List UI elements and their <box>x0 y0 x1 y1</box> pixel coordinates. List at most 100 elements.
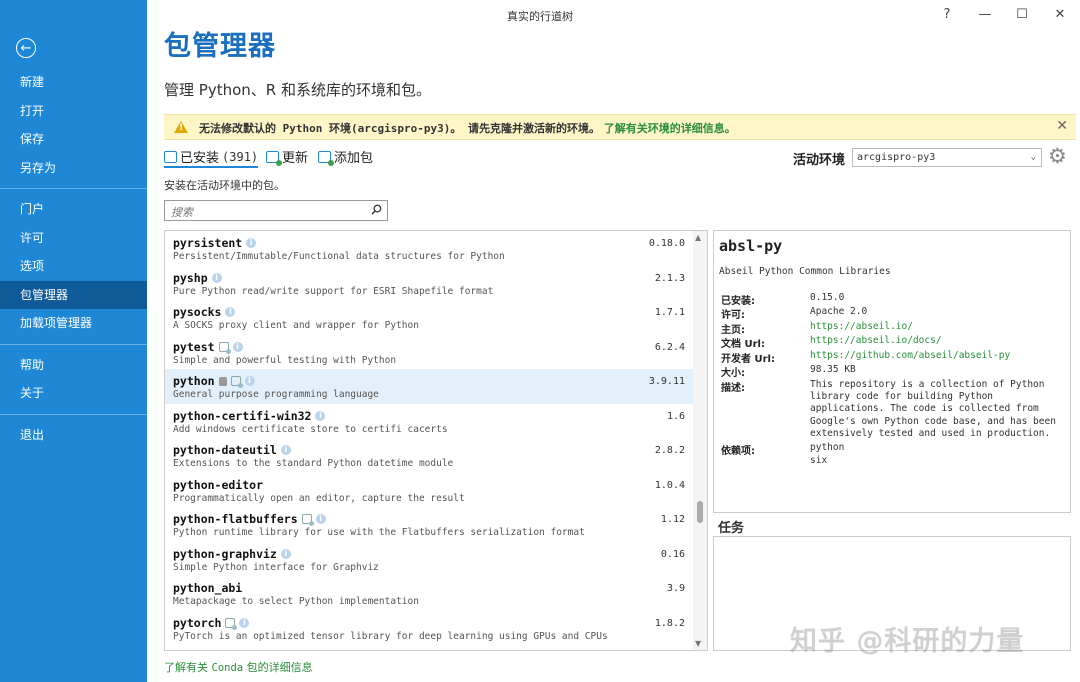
package-row[interactable]: python-flatbuffers i Python runtime librar… <box>165 507 693 542</box>
detail-dev-link[interactable]: https://github.com/abseil/abseil-py <box>810 350 1010 361</box>
chevron-down-icon: ⌄ <box>1030 152 1036 162</box>
active-environment-select[interactable]: arcgispro-py3 ⌄ <box>852 148 1042 167</box>
environment-info-link[interactable]: 了解有关环境的详细信息。 <box>604 122 736 135</box>
detail-description: This repository is a collection of Pytho… <box>810 379 1056 439</box>
package-row[interactable]: pytest i Simple and powerful testing with … <box>165 335 693 370</box>
detail-size-value: 98.35 KB <box>810 364 856 375</box>
tab-add-package[interactable]: 添加包 <box>318 147 373 166</box>
package-name-wrap: python-certifi-win32 i <box>173 409 326 423</box>
package-row[interactable]: python-dateutil i Extensions to the standa… <box>165 438 693 473</box>
gear-icon[interactable]: ⚙ <box>1048 146 1067 167</box>
detail-home-link[interactable]: https://abseil.io/ <box>810 321 913 332</box>
package-version: 1.0.4 <box>654 479 685 491</box>
conda-info-link[interactable]: 了解有关 Conda 包的详细信息 <box>164 659 313 675</box>
tab-installed-label: 已安装 <box>180 151 220 166</box>
sidebar-item-save[interactable]: 保存 <box>0 125 147 154</box>
package-name-wrap: python-dateutil i <box>173 443 291 457</box>
warning-banner: ! 无法修改默认的 Python 环境(arcgispro-py3)。 请先克隆… <box>164 114 1076 140</box>
package-row[interactable]: python-certifi-win32 i Add windows certifi… <box>165 404 693 439</box>
package-version: 2.8.2 <box>654 445 685 456</box>
installed-count: (391) <box>222 149 259 164</box>
detail-dep: python <box>810 442 845 453</box>
info-icon[interactable]: i <box>211 272 222 283</box>
sidebar-item-portal[interactable]: 门户 <box>0 195 147 224</box>
info-icon[interactable]: i <box>225 307 236 317</box>
info-icon[interactable]: i <box>246 238 257 248</box>
sidebar-item-about[interactable]: 关于 <box>0 379 147 408</box>
package-row[interactable]: pysocks i A SOCKS proxy client and wrapper… <box>165 300 693 335</box>
lock-icon <box>218 376 227 386</box>
package-version: 0.18.0 <box>648 238 685 249</box>
package-list[interactable]: pyrsistent i Persistent/Immutable/Function… <box>164 230 708 651</box>
search-icon[interactable] <box>371 204 382 215</box>
maximize-button[interactable]: ☐ <box>1008 4 1036 26</box>
sidebar-item-exit[interactable]: 退出 <box>0 421 147 450</box>
package-name-wrap: pytorch i <box>173 615 250 630</box>
package-row[interactable]: python-graphviz i Simple Python interface … <box>165 542 693 577</box>
info-icon[interactable]: i <box>232 341 243 352</box>
sidebar-item-addin-manager[interactable]: 加载项管理器 <box>0 309 147 338</box>
sidebar-item-new[interactable]: 新建 <box>0 68 147 97</box>
package-name: python_abi <box>173 581 243 595</box>
sidebar-nav: 新建 打开 保存 另存为 门户 许可 选项 包管理器 加载项管理器 帮助 关于 … <box>0 68 147 449</box>
close-button[interactable]: ✕ <box>1046 4 1074 26</box>
update-available-icon <box>230 376 243 388</box>
package-name: python-dateutil <box>173 443 277 457</box>
package-row[interactable]: pyrsistent i Persistent/Immutable/Function… <box>165 231 693 266</box>
sidebar-item-options[interactable]: 选项 <box>0 252 147 281</box>
package-description: Simple and powerful testing with Python <box>173 354 397 366</box>
window-title: 真实的行道树 <box>507 10 573 23</box>
update-available-icon <box>225 617 238 630</box>
package-detail-panel: absl-py Abseil Python Common Libraries 已… <box>713 230 1071 513</box>
info-icon[interactable]: i <box>239 617 250 628</box>
sidebar-item-open[interactable]: 打开 <box>0 97 147 126</box>
package-row[interactable]: python i General purpose programming langu… <box>165 369 693 404</box>
scroll-down-icon[interactable]: ▼ <box>695 639 701 648</box>
tab-add-label: 添加包 <box>334 151 374 166</box>
package-version: 3.9.11 <box>648 376 685 387</box>
tab-update[interactable]: 更新 <box>266 147 308 166</box>
package-name-wrap: python-graphviz i <box>173 547 291 561</box>
warning-close-icon[interactable]: ✕ <box>1056 118 1068 134</box>
info-icon[interactable]: i <box>280 548 291 559</box>
footer-link-post: 包的详细信息 <box>243 661 313 674</box>
sidebar-divider <box>0 343 147 345</box>
installed-note: 安装在活动环境中的包。 <box>164 179 285 192</box>
package-version: 1.8.2 <box>654 617 685 629</box>
add-package-icon <box>318 150 334 166</box>
minimize-button[interactable]: — <box>971 4 999 26</box>
package-row[interactable]: pytorch i PyTorch is an optimized tensor l… <box>165 611 693 646</box>
info-icon[interactable]: i <box>315 410 326 421</box>
back-arrow-icon[interactable]: ← <box>16 38 36 58</box>
tab-installed[interactable]: 已安装 (391) <box>164 147 259 168</box>
info-icon[interactable]: i <box>315 514 326 524</box>
detail-docs-link[interactable]: https://abseil.io/docs/ <box>810 335 942 346</box>
update-available-icon <box>218 341 231 354</box>
package-row[interactable]: python-editor Programmatically open an ed… <box>165 473 693 508</box>
package-name-wrap: python-editor <box>173 478 263 492</box>
sidebar-item-licensing[interactable]: 许可 <box>0 224 147 253</box>
package-version: 0.16 <box>660 548 685 560</box>
active-environment-label: 活动环境 <box>793 153 846 168</box>
list-scrollbar[interactable]: ▲ ▼ <box>693 231 707 650</box>
package-version: 1.12 <box>660 514 685 525</box>
sidebar-item-help[interactable]: 帮助 <box>0 351 147 380</box>
package-description: Pure Python read/write support for ESRI … <box>173 285 494 297</box>
update-available-icon <box>301 514 314 526</box>
sidebar-item-save-as[interactable]: 另存为 <box>0 154 147 183</box>
scroll-thumb[interactable] <box>697 501 703 523</box>
package-description: Extensions to the standard Python dateti… <box>173 458 454 469</box>
scroll-up-icon[interactable]: ▲ <box>695 233 701 242</box>
info-icon[interactable]: i <box>244 376 255 386</box>
info-icon[interactable]: i <box>280 445 291 455</box>
sidebar: ← 新建 打开 保存 另存为 门户 许可 选项 包管理器 加载项管理器 帮助 关… <box>0 0 147 682</box>
package-name: pytorch <box>173 615 222 630</box>
help-button[interactable]: ? <box>933 4 961 26</box>
search-placeholder: 搜索 <box>171 206 193 219</box>
package-row[interactable]: python_abi Metapackage to select Python i… <box>165 576 693 611</box>
package-row[interactable]: pyshp i Pure Python read/write support for… <box>165 266 693 301</box>
sidebar-item-package-manager[interactable]: 包管理器 <box>0 280 147 309</box>
detail-size-label: 大小: <box>721 368 745 379</box>
search-input[interactable]: 搜索 <box>164 200 388 221</box>
detail-license-label: 许可: <box>721 310 745 321</box>
